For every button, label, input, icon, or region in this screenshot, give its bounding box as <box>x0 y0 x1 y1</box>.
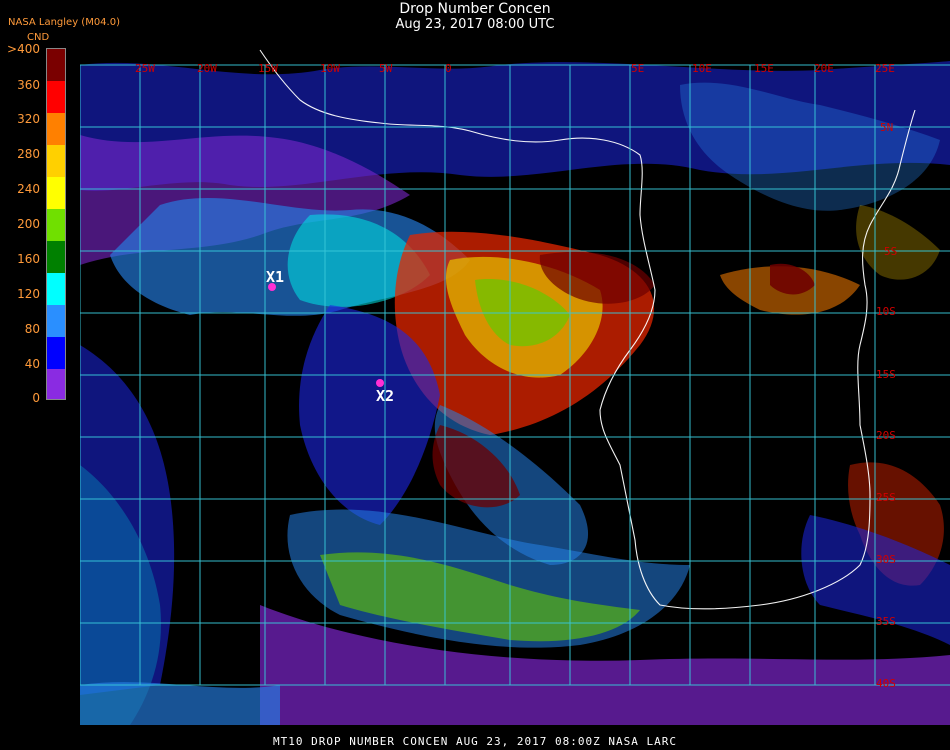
lon-label: 20E <box>814 62 834 75</box>
legend-tick: 240 <box>17 182 40 196</box>
legend-swatch-ffff00 <box>47 177 65 209</box>
marker-label-x1: X1 <box>266 268 285 286</box>
legend-tick: 200 <box>17 217 40 231</box>
legend-tick: 160 <box>17 252 40 266</box>
lat-label: 35S <box>876 615 896 628</box>
lon-label: 15W <box>258 62 278 75</box>
legend-tick: 320 <box>17 112 40 126</box>
lat-label: 5S <box>884 245 897 258</box>
lon-label: 10E <box>692 62 712 75</box>
legend-tick: 0 <box>32 391 40 405</box>
org-label: NASA Langley (M04.0) <box>8 17 120 28</box>
map-title: Drop Number Concen <box>399 1 551 17</box>
legend-tick: 360 <box>17 78 40 92</box>
lat-label: 10S <box>876 305 896 318</box>
lon-label: 25E <box>875 62 895 75</box>
legend-swatch-70e000 <box>47 209 65 241</box>
lat-label: 5N <box>880 121 893 134</box>
satellite-map: 25W 20W 15W 10W 5W 0 5E 10E 15E 20E 25E … <box>80 45 950 725</box>
legend-swatch-2a8fff <box>47 305 65 337</box>
legend-swatch-ffd000 <box>47 145 65 177</box>
color-legend <box>46 48 66 400</box>
footer-caption: MT10 DROP NUMBER CONCEN AUG 23, 2017 08:… <box>273 735 677 748</box>
legend-swatch-ff8000 <box>47 113 65 145</box>
legend-tick: 40 <box>24 357 40 371</box>
legend-tick: 80 <box>24 322 40 336</box>
legend-swatch-7a0000 <box>47 49 65 81</box>
legend-swatch-8a2be2 <box>47 369 65 399</box>
legend-tick: >400 <box>7 42 40 56</box>
legend-tick: 120 <box>17 287 40 301</box>
lon-label: 25W <box>135 62 155 75</box>
lon-label: 15E <box>754 62 774 75</box>
lat-label: 20S <box>876 429 896 442</box>
lat-label: 40S <box>876 677 896 690</box>
lat-label: 15S <box>876 368 896 381</box>
marker-label-x2: X2 <box>376 387 395 405</box>
lon-label: 5E <box>631 62 644 75</box>
lon-label: 0 <box>445 62 452 75</box>
lon-label: 20W <box>197 62 217 75</box>
marker-dot-x2 <box>376 379 384 387</box>
lat-label: 25S <box>876 491 896 504</box>
legend-tick: 280 <box>17 147 40 161</box>
legend-swatch-00ffff <box>47 273 65 305</box>
legend-swatch-008000 <box>47 241 65 273</box>
lon-label: 10W <box>320 62 340 75</box>
legend-swatch-0000ff <box>47 337 65 369</box>
legend-swatch-ff0000 <box>47 81 65 113</box>
lon-label: 5W <box>379 62 393 75</box>
lat-label: 30S <box>876 553 896 566</box>
map-timestamp: Aug 23, 2017 08:00 UTC <box>395 17 555 32</box>
